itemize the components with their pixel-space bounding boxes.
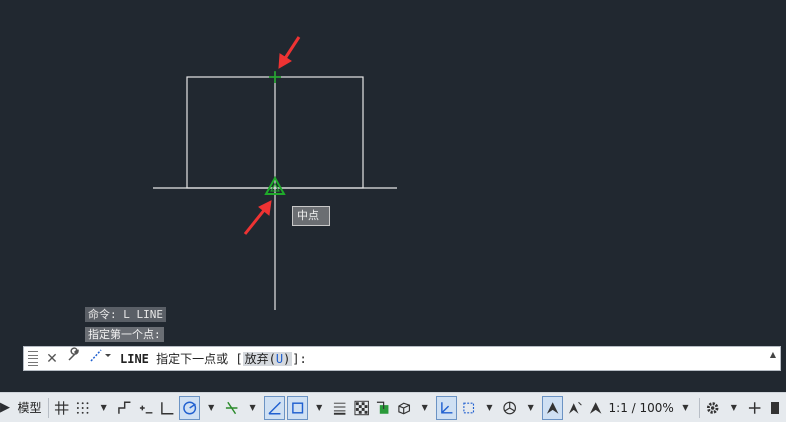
object-snap-tracking-icon[interactable]	[263, 395, 285, 420]
chevron-down-icon[interactable]: ▼	[416, 396, 434, 420]
object-snap-icon[interactable]	[286, 395, 309, 420]
chevron-down-icon[interactable]: ▼	[310, 396, 328, 420]
customization-icon[interactable]	[766, 396, 784, 420]
chevron-down-icon[interactable]: ▼	[725, 396, 743, 420]
layout-toggle-icon[interactable]: ▶	[0, 396, 14, 420]
gizmo-icon[interactable]	[500, 396, 519, 420]
polar-tracking-icon[interactable]	[178, 395, 201, 420]
undo-option[interactable]: 放弃(U)	[242, 352, 293, 366]
command-recent-icon[interactable]	[88, 347, 114, 370]
command-prompt: LINE 指定下一点或 [放弃(U)]:	[120, 352, 307, 366]
snap-tooltip: 中点	[292, 206, 330, 226]
chevron-down-icon[interactable]: ▼	[522, 396, 540, 420]
command-line[interactable]: ✕ LINE 指定下一点或 [放弃(U)]: ▲	[23, 346, 781, 371]
dynamic-input-icon[interactable]	[136, 396, 155, 420]
command-history-line: 指定第一个点:	[85, 327, 164, 342]
lineweight-icon[interactable]	[330, 396, 349, 420]
annotation-autoscale-icon[interactable]	[565, 396, 584, 420]
selection-cycling-icon[interactable]	[373, 396, 392, 420]
scroll-up-icon[interactable]: ▲	[770, 350, 776, 359]
infer-constraints-icon[interactable]	[115, 396, 134, 420]
arrow-icon-top	[278, 36, 301, 69]
close-icon[interactable]: ✕	[44, 348, 60, 370]
separator	[48, 397, 49, 418]
chevron-down-icon[interactable]: ▼	[244, 396, 262, 420]
isodraft-icon[interactable]	[222, 396, 241, 420]
chevron-down-icon[interactable]: ▼	[202, 396, 220, 420]
snap-mode-icon[interactable]	[73, 396, 92, 420]
ortho-mode-icon[interactable]	[157, 396, 176, 420]
status-bar: ▶ 模型 ▼ ▼ ▼ ▼ ▼ ▼ ▼ 1:1 / 100% ▼ ▼	[0, 392, 786, 422]
dynamic-ucs-icon[interactable]	[435, 395, 458, 420]
annotation-visibility-icon[interactable]	[541, 395, 564, 420]
plus-icon[interactable]	[745, 396, 764, 420]
wrench-icon[interactable]	[66, 347, 82, 370]
start-point-marker	[269, 71, 281, 83]
annotation-scale-value[interactable]: 1:1 / 100%	[608, 396, 675, 420]
separator	[699, 397, 701, 418]
transparency-icon[interactable]	[352, 396, 371, 420]
model-space-button[interactable]: 模型	[16, 396, 43, 420]
command-history-line: 命令: L LINE	[85, 307, 166, 322]
grid-icon[interactable]	[52, 396, 71, 420]
arrow-icon-bottom	[243, 200, 272, 235]
3d-object-snap-icon[interactable]	[394, 396, 413, 420]
selection-filter-icon[interactable]	[459, 396, 478, 420]
annotation-scale-icon[interactable]	[586, 396, 605, 420]
gear-icon[interactable]	[703, 396, 722, 420]
chevron-down-icon[interactable]: ▼	[95, 396, 113, 420]
chevron-down-icon[interactable]: ▼	[676, 396, 694, 420]
grip-handle-icon[interactable]	[28, 351, 38, 366]
chevron-down-icon[interactable]: ▼	[480, 396, 498, 420]
